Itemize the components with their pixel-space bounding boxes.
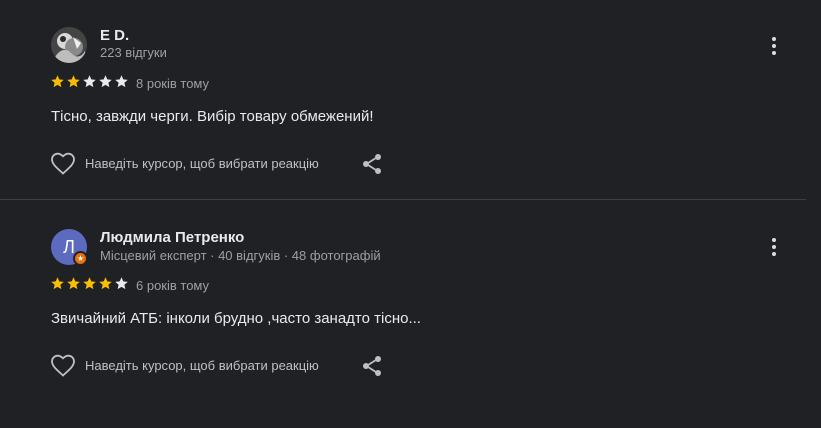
reviewer-meta[interactable]: Місцевий експерт · 40 відгуків · 48 фото… — [100, 248, 381, 263]
star-rating — [50, 276, 129, 291]
reviewer-name[interactable]: E D. — [100, 27, 129, 44]
star-filled-icon — [67, 277, 80, 290]
like-button[interactable] — [50, 152, 76, 176]
star-filled-icon — [51, 277, 64, 290]
share-button[interactable] — [360, 152, 384, 176]
share-icon — [363, 356, 381, 376]
more-vert-icon — [772, 37, 776, 41]
heart-outline-icon — [51, 354, 75, 377]
avatar-photo-icon — [51, 27, 87, 63]
more-vert-icon — [772, 238, 776, 242]
avatar[interactable] — [51, 27, 87, 63]
reviewer-name[interactable]: Людмила Петренко — [100, 229, 244, 246]
star-empty-icon — [115, 75, 128, 88]
share-icon — [363, 154, 381, 174]
star-filled-icon — [51, 75, 64, 88]
more-vert-icon-dot — [772, 245, 776, 249]
local-guide-star-icon: ★ — [73, 251, 88, 266]
more-options-button[interactable] — [763, 34, 785, 58]
more-vert-icon-dot — [772, 252, 776, 256]
heart-outline-icon — [51, 152, 75, 175]
reaction-hint: Наведіть курсор, щоб вибрати реакцію — [85, 156, 319, 171]
review-text: Звичайний АТБ: інколи брудно ,часто зана… — [51, 310, 421, 327]
review-date: 6 років тому — [136, 278, 210, 293]
like-button[interactable] — [50, 354, 76, 378]
reviewer-meta[interactable]: 223 відгуки — [100, 45, 167, 60]
star-rating — [50, 74, 129, 89]
more-vert-icon-dot — [772, 51, 776, 55]
star-empty-icon — [99, 75, 112, 88]
star-filled-icon — [67, 75, 80, 88]
star-empty-icon — [115, 277, 128, 290]
review-card: Л ★ Людмила Петренко Місцевий експерт · … — [0, 201, 806, 428]
share-button[interactable] — [360, 354, 384, 378]
more-options-button[interactable] — [763, 235, 785, 259]
review-card: E D. 223 відгуки 8 років тому Тісно, зав… — [0, 0, 806, 200]
review-text: Тісно, завжди черги. Вибір товару обмеже… — [51, 108, 374, 125]
reaction-hint: Наведіть курсор, щоб вибрати реакцію — [85, 358, 319, 373]
star-filled-icon — [99, 277, 112, 290]
avatar[interactable]: Л ★ — [51, 229, 88, 266]
star-empty-icon — [83, 75, 96, 88]
star-filled-icon — [83, 277, 96, 290]
review-date: 8 років тому — [136, 76, 210, 91]
more-vert-icon-dot — [772, 44, 776, 48]
